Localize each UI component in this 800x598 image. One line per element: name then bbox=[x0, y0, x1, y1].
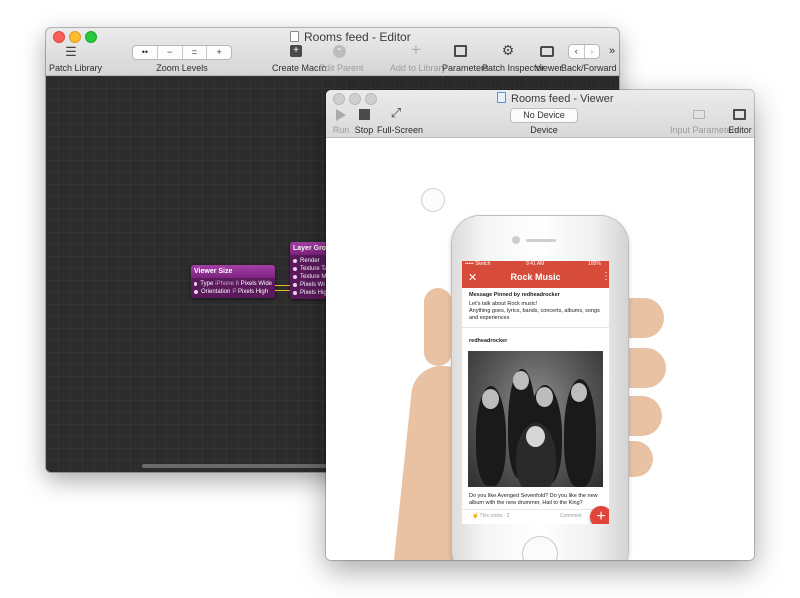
this-rocks-button[interactable]: 🤘 This rocks · 2 bbox=[472, 513, 510, 519]
rock-hand-icon: 🤘 bbox=[472, 513, 479, 519]
comment-button[interactable]: Comment bbox=[560, 513, 582, 519]
parameters-label[interactable]: Parameters bbox=[442, 63, 489, 73]
minimize-button[interactable] bbox=[69, 31, 81, 43]
band-member-face bbox=[526, 426, 545, 447]
parameters-icon[interactable] bbox=[454, 45, 467, 57]
toolbar-overflow-icon[interactable]: » bbox=[607, 45, 617, 57]
more-vertical-icon[interactable]: ⋮ bbox=[601, 271, 609, 282]
band-member-face bbox=[571, 383, 587, 402]
speaker-grille bbox=[526, 239, 556, 242]
back-forward-control[interactable]: ‹ › bbox=[568, 44, 600, 59]
play-icon[interactable] bbox=[336, 109, 346, 121]
device-popup-button[interactable]: No Device bbox=[510, 108, 578, 123]
viewer-size-patch[interactable]: Viewer Size Type iPhone 6 Pixels Wide Ori… bbox=[191, 265, 275, 298]
hand-thumb bbox=[424, 288, 452, 366]
viewer-label[interactable]: Viewer bbox=[535, 63, 562, 73]
patch-inspector-label[interactable]: Patch Inspector bbox=[482, 63, 545, 73]
patch-library-icon[interactable]: ☰ bbox=[64, 45, 78, 59]
stop-label[interactable]: Stop bbox=[353, 125, 375, 135]
run-label[interactable]: Run bbox=[330, 125, 352, 135]
divider bbox=[462, 327, 609, 328]
input-parameters-icon[interactable] bbox=[693, 110, 705, 119]
divider bbox=[462, 509, 609, 510]
compose-fab-button[interactable]: + bbox=[590, 506, 609, 524]
zoom-fit-segment[interactable]: •• bbox=[133, 46, 158, 59]
status-time: 9:41 AM bbox=[526, 261, 545, 267]
post-photo[interactable] bbox=[468, 351, 603, 487]
gear-icon[interactable]: ⚙ bbox=[501, 43, 515, 57]
zoom-button[interactable] bbox=[365, 93, 377, 105]
document-icon bbox=[497, 92, 506, 103]
zoom-button[interactable] bbox=[85, 31, 97, 43]
input-port-icon[interactable] bbox=[293, 291, 297, 295]
input-port-icon[interactable] bbox=[293, 267, 297, 271]
viewer-canvas[interactable]: ••••• Sketch 9:41 AM 100% ✕ Rock Music ⋮… bbox=[326, 138, 754, 560]
minimize-button[interactable] bbox=[349, 93, 361, 105]
document-icon bbox=[290, 31, 299, 42]
editor-titlebar: Rooms feed - Editor ☰ Patch Library •• −… bbox=[46, 28, 619, 76]
zoom-out-segment[interactable]: − bbox=[158, 46, 183, 59]
pinned-message-line: and experiences bbox=[469, 315, 510, 321]
add-to-library-icon[interactable]: + bbox=[409, 41, 423, 58]
create-macro-label[interactable]: Create Macro bbox=[272, 63, 327, 73]
zoom-levels-control[interactable]: •• − = + bbox=[132, 45, 232, 60]
connection-wire bbox=[275, 290, 291, 291]
post-text: album with the new drummer, Hail to the … bbox=[469, 500, 583, 506]
touch-indicator-icon bbox=[421, 188, 445, 212]
nav-bar: ✕ Rock Music ⋮ bbox=[462, 268, 609, 288]
viewer-window: Rooms feed - Viewer Run Stop ⤢ Full-Scre… bbox=[326, 90, 754, 560]
zoom-actual-segment[interactable]: = bbox=[183, 46, 208, 59]
edit-parent-icon[interactable]: ⌃ bbox=[333, 45, 346, 58]
full-screen-icon[interactable]: ⤢ bbox=[389, 106, 403, 120]
camera-icon bbox=[512, 236, 520, 244]
close-icon[interactable]: ✕ bbox=[468, 271, 477, 284]
full-screen-label[interactable]: Full-Screen bbox=[377, 125, 423, 135]
editor-label[interactable]: Editor bbox=[728, 125, 752, 135]
input-port-icon[interactable] bbox=[293, 275, 297, 279]
status-bar: ••••• Sketch 9:41 AM 100% bbox=[462, 261, 609, 268]
device-label: Device bbox=[530, 125, 558, 135]
stop-icon[interactable] bbox=[359, 109, 370, 120]
post-author[interactable]: redheadrocker bbox=[469, 338, 507, 345]
add-to-library-label[interactable]: Add to Library bbox=[390, 63, 446, 73]
status-carrier: ••••• Sketch bbox=[465, 261, 491, 267]
zoom-in-segment[interactable]: + bbox=[207, 46, 231, 59]
input-parameters-label[interactable]: Input Parameters bbox=[670, 125, 739, 135]
input-port-icon[interactable] bbox=[194, 282, 198, 286]
close-button[interactable] bbox=[333, 93, 345, 105]
band-member-face bbox=[536, 387, 553, 407]
nav-title: Rock Music bbox=[510, 272, 561, 282]
patch-row: Type iPhone 6 Pixels Wide bbox=[194, 280, 272, 288]
editor-icon[interactable] bbox=[733, 109, 746, 120]
horizontal-scrollbar[interactable] bbox=[142, 464, 352, 468]
input-port-icon[interactable] bbox=[194, 290, 198, 294]
editor-window-title: Rooms feed - Editor bbox=[290, 30, 411, 44]
viewer-icon[interactable] bbox=[540, 46, 554, 57]
chevron-left-icon[interactable]: ‹ bbox=[569, 45, 585, 58]
patch-library-label[interactable]: Patch Library bbox=[49, 63, 102, 73]
edit-parent-label[interactable]: Edit Parent bbox=[319, 63, 364, 73]
input-port-icon[interactable] bbox=[293, 259, 297, 263]
zoom-levels-label: Zoom Levels bbox=[156, 63, 208, 73]
status-battery: 100% bbox=[588, 261, 601, 267]
band-member-face bbox=[482, 389, 499, 409]
pinned-message-line: Let's talk about Rock music! bbox=[469, 301, 538, 307]
chevron-right-icon[interactable]: › bbox=[585, 45, 600, 58]
connection-wire bbox=[275, 285, 291, 286]
home-button[interactable] bbox=[522, 536, 558, 560]
iphone-device: ••••• Sketch 9:41 AM 100% ✕ Rock Music ⋮… bbox=[452, 216, 628, 560]
viewer-window-title: Rooms feed - Viewer bbox=[497, 92, 614, 105]
band-member-face bbox=[513, 371, 529, 390]
input-port-icon[interactable] bbox=[293, 283, 297, 287]
close-button[interactable] bbox=[53, 31, 65, 43]
post-text: Do you like Avenged Sevenfold? Do you li… bbox=[469, 493, 598, 499]
phone-screen[interactable]: ••••• Sketch 9:41 AM 100% ✕ Rock Music ⋮… bbox=[462, 261, 609, 524]
patch-title: Viewer Size bbox=[191, 265, 275, 278]
viewer-titlebar: Rooms feed - Viewer Run Stop ⤢ Full-Scre… bbox=[326, 90, 754, 138]
patch-row: Orientation P Pixels High bbox=[194, 288, 272, 296]
create-macro-icon[interactable]: + bbox=[290, 45, 302, 57]
pinned-message-title: Message Pinned by redheadrocker bbox=[469, 292, 560, 298]
back-forward-label: Back/Forward bbox=[561, 63, 617, 73]
pinned-message-line: Anything goes, lyrics, bands, concerts, … bbox=[469, 308, 600, 314]
